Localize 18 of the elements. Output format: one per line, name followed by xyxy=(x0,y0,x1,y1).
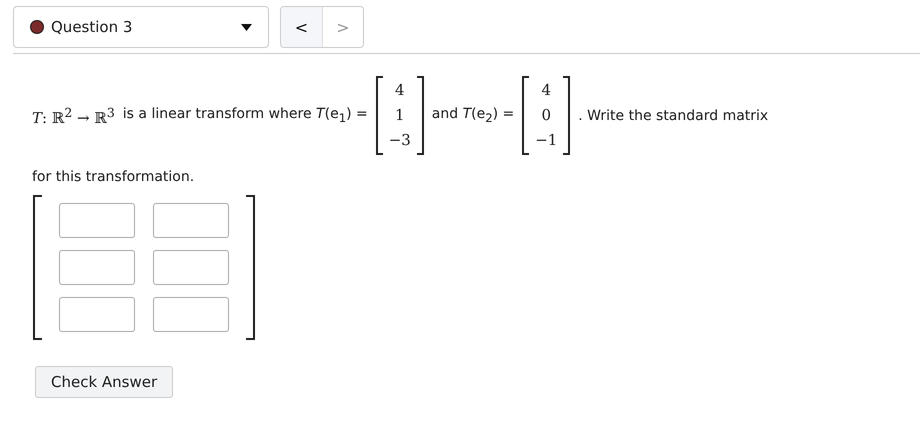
caret-icon xyxy=(241,24,252,30)
question-text: and T(e$_{2}$) = xyxy=(432,106,514,125)
previous-button[interactable]: < xyxy=(281,7,322,47)
question-text: . Write the standard matrix xyxy=(578,108,768,124)
column-vector: 4 1 −3 xyxy=(376,76,424,155)
question-dropdown[interactable]: Question 3 xyxy=(13,6,269,48)
check-answer-button[interactable]: Check Answer xyxy=(35,366,174,398)
answer-box[interactable] xyxy=(59,297,135,332)
answer-box[interactable] xyxy=(59,250,135,285)
answer-box[interactable] xyxy=(153,297,229,332)
question-label: Question 3 xyxy=(51,18,134,36)
answer-box[interactable] xyxy=(59,203,135,238)
answer-box[interactable] xyxy=(153,250,229,285)
math-expression: T: ℝ$^{2}$ → ℝ$^{3}$ xyxy=(32,104,115,126)
column-vector: 4 0 −1 xyxy=(522,76,570,155)
question-text: for this transformation. xyxy=(31,168,194,185)
answer-box[interactable] xyxy=(153,203,229,238)
question-text: is a linear transform where T(e$_{1}$) = xyxy=(122,106,368,125)
